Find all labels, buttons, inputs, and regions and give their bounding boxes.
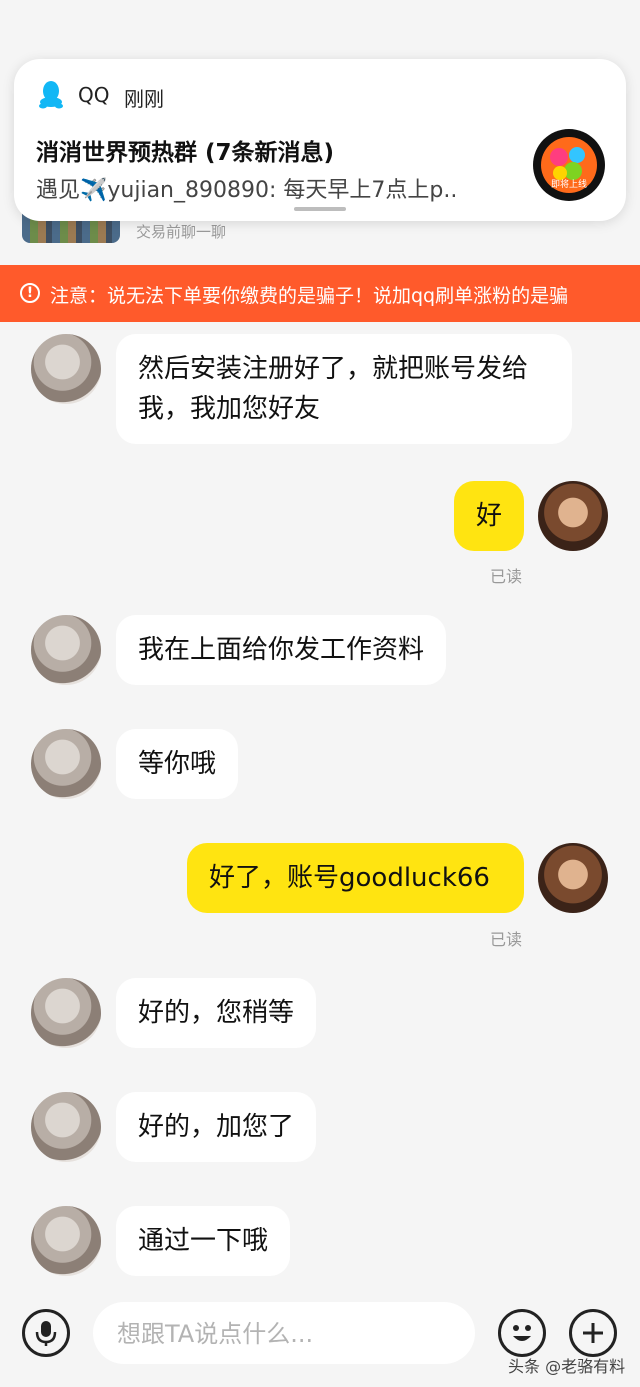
outgoing-message[interactable]: 好 <box>454 481 524 551</box>
notification-app-name: QQ <box>78 83 110 107</box>
message-input-box[interactable] <box>93 1302 475 1364</box>
notification-body: 遇见✈️yujian_890890: 每天早上7点上p.. <box>36 178 458 203</box>
scam-warning-banner: ! 注意：说无法下单要你缴费的是骗子！说加qq刷单涨粉的是骗 <box>0 265 640 322</box>
qq-notification[interactable]: QQ 刚刚 消消世界预热群 (7条新消息) 遇见✈️yujian_890890:… <box>14 59 626 221</box>
incoming-message[interactable]: 等你哦 <box>116 729 239 799</box>
my-avatar[interactable] <box>538 843 608 913</box>
read-status: 已读 <box>490 567 523 586</box>
notification-time: 刚刚 <box>124 87 164 111</box>
contact-avatar[interactable] <box>31 1092 101 1162</box>
game-logo-icon: 即将上线 <box>541 137 597 193</box>
warning-icon: ! <box>20 283 40 303</box>
incoming-message[interactable]: 通过一下哦 <box>116 1206 291 1276</box>
product-subtitle: 交易前聊一聊 <box>136 223 227 241</box>
qq-penguin-icon <box>39 81 63 109</box>
more-options-button[interactable] <box>569 1309 617 1357</box>
notification-title: 消消世界预热群 (7条新消息) <box>36 140 335 166</box>
contact-avatar[interactable] <box>31 978 101 1048</box>
warning-text: 注意：说无法下单要你缴费的是骗子！说加qq刷单涨粉的是骗 <box>50 285 569 307</box>
contact-avatar[interactable] <box>31 1206 101 1276</box>
microphone-icon <box>35 1321 57 1346</box>
group-avatar: 即将上线 <box>533 129 605 201</box>
incoming-message[interactable]: 然后安装注册好了，就把账号发给我，我加您好友 <box>116 334 572 444</box>
incoming-message[interactable]: 好的，您稍等 <box>116 978 317 1048</box>
my-avatar[interactable] <box>538 481 608 551</box>
voice-input-button[interactable] <box>22 1309 70 1357</box>
message-input[interactable] <box>115 1316 459 1352</box>
emoji-icon <box>513 1325 531 1341</box>
outgoing-message[interactable]: 好了，账号goodluck66 <box>187 843 524 913</box>
plus-icon <box>583 1323 603 1343</box>
read-status: 已读 <box>490 930 523 949</box>
contact-avatar[interactable] <box>31 334 101 404</box>
avatar-badge-text: 即将上线 <box>551 178 587 190</box>
emoji-button[interactable] <box>498 1309 546 1357</box>
incoming-message[interactable]: 好的，加您了 <box>116 1092 317 1162</box>
watermark: 头条 @老骆有料 <box>508 1357 626 1376</box>
contact-avatar[interactable] <box>31 729 101 799</box>
incoming-message[interactable]: 我在上面给你发工作资料 <box>116 615 447 685</box>
notification-drag-handle[interactable] <box>294 207 346 211</box>
contact-avatar[interactable] <box>31 615 101 685</box>
